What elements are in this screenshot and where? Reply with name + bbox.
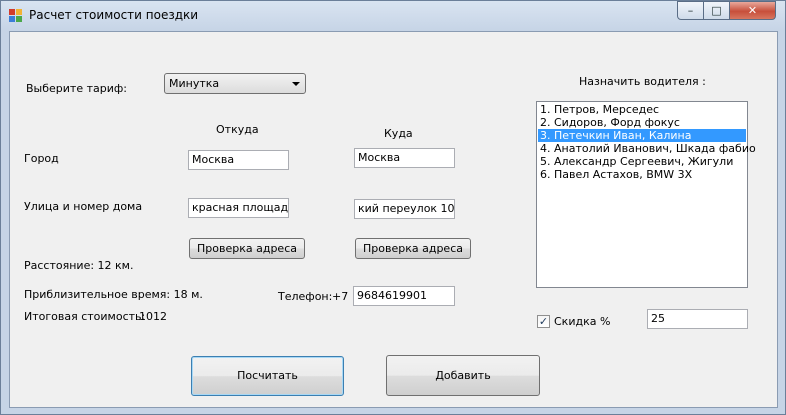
street-label: Улица и номер дома: [24, 200, 143, 213]
check-to-address-button[interactable]: Проверка адреса: [355, 238, 471, 259]
tariff-label: Выберите тариф:: [26, 82, 127, 95]
phone-prefix: +7: [332, 290, 349, 303]
minimize-button[interactable]: –: [677, 1, 704, 20]
chevron-down-icon: [292, 82, 300, 86]
drivers-list[interactable]: 1. Петров, Мерседес 2. Сидоров, Форд фок…: [536, 101, 756, 288]
calculate-button[interactable]: Посчитать: [191, 356, 344, 396]
tariff-select[interactable]: Минутка: [164, 73, 306, 94]
city-label: Город: [24, 152, 59, 165]
driver-list-item[interactable]: 6. Павел Астахов, BMW 3X: [538, 168, 746, 181]
from-street-input[interactable]: красная площадь: [188, 198, 289, 218]
drivers-header: Назначить водителя :: [579, 75, 706, 88]
driver-list-item[interactable]: 1. Петров, Мерседес: [538, 103, 746, 116]
add-button[interactable]: Добавить: [386, 355, 540, 396]
phone-label: Телефон:: [278, 290, 333, 303]
from-city-input[interactable]: Москва: [188, 150, 289, 170]
tariff-selected-value: Минутка: [169, 77, 220, 90]
driver-list-item[interactable]: 4. Анатолий Иванович, Шкада фабио: [538, 142, 756, 155]
total-label: Итоговая стоимость:: [24, 310, 146, 323]
from-header: Откуда: [216, 123, 259, 136]
phone-input[interactable]: 9684619901: [353, 286, 455, 306]
discount-checkbox[interactable]: ✓: [537, 315, 550, 328]
discount-label: Скидка %: [554, 315, 611, 328]
time-text: Приблизительное время: 18 м.: [24, 288, 203, 301]
distance-text: Расстояние: 12 км.: [24, 259, 134, 272]
total-value: 1012: [139, 310, 167, 323]
driver-list-item-selected[interactable]: 3. Петечкин Иван, Калина: [538, 129, 746, 142]
discount-input[interactable]: 25: [647, 309, 748, 329]
to-city-input[interactable]: Москва: [354, 148, 455, 168]
app-icon: [9, 9, 23, 23]
close-button[interactable]: ✕: [729, 1, 776, 20]
driver-list-item[interactable]: 2. Сидоров, Форд фокус: [538, 116, 746, 129]
app-window: Расчет стоимости поездки – □ ✕ Выберите …: [0, 0, 786, 415]
title-bar[interactable]: Расчет стоимости поездки – □ ✕: [1, 1, 785, 31]
maximize-button[interactable]: □: [703, 1, 730, 20]
check-from-address-button[interactable]: Проверка адреса: [189, 238, 305, 259]
driver-list-item[interactable]: 5. Александр Сергеевич, Жигули: [538, 155, 746, 168]
to-street-input[interactable]: кий переулок 10/2: [354, 199, 455, 219]
window-title: Расчет стоимости поездки: [29, 8, 199, 22]
to-header: Куда: [384, 127, 413, 140]
